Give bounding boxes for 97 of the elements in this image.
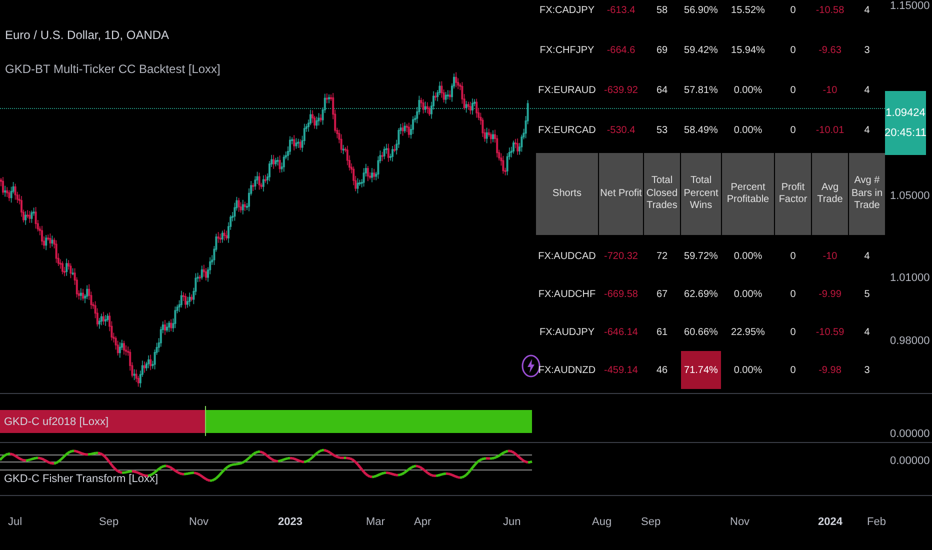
table-cell-text: 0.00% bbox=[732, 124, 764, 138]
time-label: Feb bbox=[867, 516, 886, 528]
column-header: Total Percent Wins bbox=[681, 153, 721, 235]
table-cell-text: 53 bbox=[655, 124, 669, 138]
indicator-value: 0.00000 bbox=[890, 455, 930, 467]
table-cell-text: -10.01 bbox=[814, 124, 846, 138]
time-label: Apr bbox=[414, 516, 432, 528]
table-cell-text: 0 bbox=[789, 288, 797, 302]
column-header: Shorts bbox=[536, 153, 598, 235]
column-header: Avg Trade bbox=[812, 153, 848, 235]
table-cell: 71.74% bbox=[681, 351, 721, 389]
table-cell-text: 22.95% bbox=[730, 326, 766, 340]
last-price: 1.09424 bbox=[886, 107, 926, 119]
table-cell-text: 0.00% bbox=[732, 250, 764, 264]
time-label: 2023 bbox=[278, 516, 302, 528]
price-label: 0.98000 bbox=[890, 335, 930, 347]
time-label: Nov bbox=[730, 516, 750, 528]
table-cell-text: 62.69% bbox=[683, 288, 719, 302]
table-cell-text: -9.63 bbox=[818, 44, 842, 58]
table-cell-text: 0 bbox=[789, 250, 797, 264]
table-cell-text: 64 bbox=[655, 84, 669, 98]
ticker-cell-text: FX:AUDNZD bbox=[537, 364, 597, 378]
table-cell-text: 5 bbox=[863, 288, 871, 302]
table-cell-text: -10 bbox=[822, 250, 838, 264]
table-cell-text: 58.49% bbox=[683, 124, 719, 138]
table-cell-text: -10.58 bbox=[814, 4, 846, 18]
table-cell-text: 67 bbox=[655, 288, 669, 302]
table-cell-text: 4 bbox=[863, 124, 871, 138]
time-label: Sep bbox=[641, 516, 661, 528]
table-cell-text: 61 bbox=[655, 326, 669, 340]
column-header: Total Closed Trades bbox=[644, 153, 680, 235]
table-cell-text: 3 bbox=[863, 364, 871, 378]
ticker-cell-text: FX:EURCAD bbox=[537, 124, 597, 138]
time-label: 2024 bbox=[818, 516, 842, 528]
table-cell-text: -613.4 bbox=[606, 4, 636, 18]
table-cell-text: 0 bbox=[789, 44, 797, 58]
time-label: Nov bbox=[189, 516, 209, 528]
table-cell-text: -720.32 bbox=[603, 250, 639, 264]
table-cell-text: 4 bbox=[863, 326, 871, 340]
column-header: Profit Factor bbox=[775, 153, 811, 235]
table-cell-text: 69 bbox=[655, 44, 669, 58]
column-header: Avg # Bars in Trade bbox=[849, 153, 885, 235]
table-cell-text: 15.94% bbox=[730, 44, 766, 58]
table-cell-text: 0 bbox=[789, 326, 797, 340]
table-cell-text: -459.14 bbox=[603, 364, 639, 378]
table-cell-text: -9.98 bbox=[818, 364, 842, 378]
ticker-cell-text: FX:AUDCHF bbox=[537, 288, 597, 302]
table-cell-text: -9.99 bbox=[818, 288, 842, 302]
time-label: Jul bbox=[8, 516, 22, 528]
table-cell-text: 0 bbox=[789, 124, 797, 138]
column-header: Net Profit bbox=[599, 153, 643, 235]
indicator-title: GKD-C Fisher Transform [Loxx] bbox=[4, 473, 158, 485]
table-cell-text: 0 bbox=[789, 84, 797, 98]
table-cell-text: -639.92 bbox=[603, 84, 639, 98]
table-cell-text: 0 bbox=[789, 4, 797, 18]
table-cell-text: -664.6 bbox=[606, 44, 636, 58]
table-cell-text: 57.81% bbox=[683, 84, 719, 98]
table-cell-text: -646.14 bbox=[603, 326, 639, 340]
lightning-icon[interactable] bbox=[521, 354, 541, 378]
table-cell-text: 72 bbox=[655, 250, 669, 264]
table-cell-text: -10.59 bbox=[814, 326, 846, 340]
table-cell-text: 4 bbox=[863, 4, 871, 18]
price-label: 1.05000 bbox=[890, 190, 930, 202]
table-cell-text: 0.00% bbox=[732, 288, 764, 302]
table-cell-text: 59.42% bbox=[683, 44, 719, 58]
time-label: Sep bbox=[99, 516, 119, 528]
table-cell-text: 0.00% bbox=[732, 364, 764, 378]
table-cell-text: 58 bbox=[655, 4, 669, 18]
column-header: Percent Profitable bbox=[722, 153, 774, 235]
time-label: Jun bbox=[503, 516, 521, 528]
table-cell-text: 0.00% bbox=[732, 84, 764, 98]
table-cell-text: 3 bbox=[863, 44, 871, 58]
time-label: Mar bbox=[366, 516, 385, 528]
ticker-cell-text: FX:EURAUD bbox=[537, 84, 597, 98]
ticker-cell-text: FX:AUDJPY bbox=[538, 326, 596, 340]
price-label: 1.01000 bbox=[890, 272, 930, 284]
table-cell-text: 46 bbox=[655, 364, 669, 378]
table-cell-text: 4 bbox=[863, 250, 871, 264]
table-cell-text: 60.66% bbox=[683, 326, 719, 340]
table-cell-text: -669.58 bbox=[603, 288, 639, 302]
ticker-cell-text: FX:AUDCAD bbox=[537, 250, 597, 264]
ticker-cell-text: FX:CADJPY bbox=[538, 4, 596, 18]
price-label: 1.15000 bbox=[890, 0, 930, 12]
table-cell-text: 0 bbox=[789, 364, 797, 378]
indicator-title: GKD-C uf2018 [Loxx] bbox=[4, 416, 109, 428]
countdown-timer: 20:45:11 bbox=[884, 127, 927, 139]
ticker-cell-text: FX:CHFJPY bbox=[538, 44, 596, 58]
indicator-value: 0.00000 bbox=[890, 428, 930, 440]
table-cell-text: 4 bbox=[863, 84, 871, 98]
table-cell-text: 56.90% bbox=[683, 4, 719, 18]
table-cell-text: 15.52% bbox=[730, 4, 766, 18]
table-cell-text: -530.4 bbox=[606, 124, 636, 138]
time-label: Aug bbox=[592, 516, 612, 528]
study-title: GKD-BT Multi-Ticker CC Backtest [Loxx] bbox=[5, 62, 220, 76]
table-cell-text: -10 bbox=[822, 84, 838, 98]
table-cell-text: 59.72% bbox=[683, 250, 719, 264]
symbol-title: Euro / U.S. Dollar, 1D, OANDA bbox=[5, 28, 170, 42]
